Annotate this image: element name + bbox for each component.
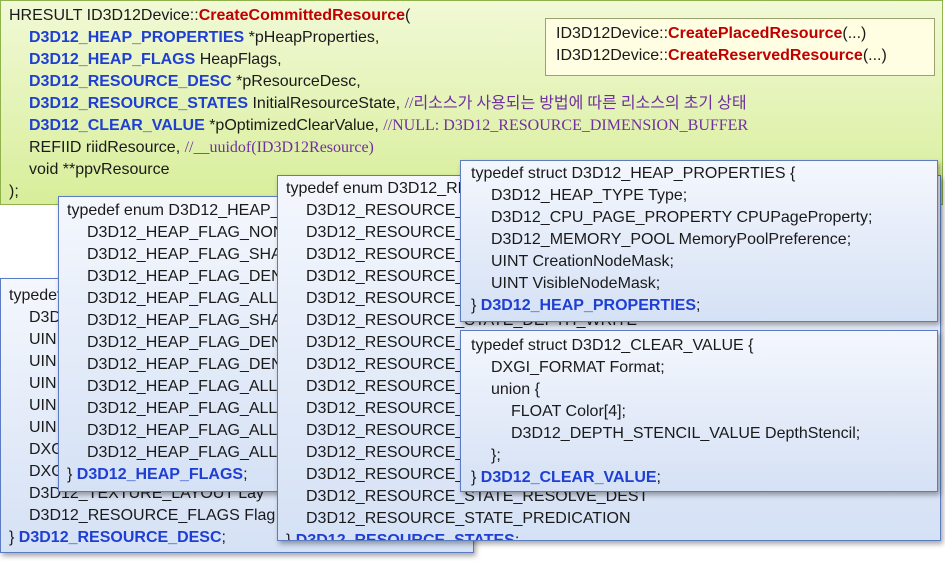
close-brace: } (471, 297, 481, 314)
close-brace: } (471, 469, 481, 486)
typedef-header: typedef struct D3D12_HEAP_PROPERTIES { (471, 165, 796, 182)
return-and-class: HRESULT ID3D12Device:: (9, 7, 199, 24)
field-line: D3D12_MEMORY_POOL MemoryPoolPreference; (491, 231, 852, 248)
param-name: InitialResourceState, (248, 95, 405, 112)
heap-properties-fields: D3D12_HEAP_TYPE Type; D3D12_CPU_PAGE_PRO… (471, 185, 937, 295)
close-brace: } (9, 529, 19, 546)
param-type: D3D12_RESOURCE_DESC (29, 73, 232, 90)
param-comment: //__uuidof(ID3D12Resource) (184, 139, 374, 156)
param-type: D3D12_RESOURCE_STATES (29, 95, 249, 112)
related-functions-box: ID3D12Device::CreatePlacedResource(...) … (545, 18, 935, 76)
args: (...) (862, 47, 887, 64)
param-name: *pHeapProperties, (244, 29, 380, 46)
struct-name: D3D12_HEAP_PROPERTIES (480, 297, 696, 314)
param-type: D3D12_HEAP_PROPERTIES (29, 29, 245, 46)
field-line: UINT VisibleNodeMask; (491, 275, 661, 292)
param-clear-value: D3D12_CLEAR_VALUE *pOptimizedClearValue,… (9, 115, 942, 137)
class-prefix: ID3D12Device:: (556, 47, 669, 64)
param-type: D3D12_CLEAR_VALUE (29, 117, 205, 134)
param-name: *pResourceDesc, (231, 73, 361, 90)
enum-name: D3D12_RESOURCE_STATES (295, 532, 515, 541)
field-line: UINT CreationNodeMask; (491, 253, 674, 270)
function-name: CreateCommittedResource (198, 7, 405, 24)
enum-value: D3D12_RESOURCE_STATE_PREDICATION (306, 510, 631, 527)
create-reserved-resource: CreateReservedResource (668, 47, 863, 64)
semicolon: ; (221, 529, 226, 546)
field-line: D3D12_HEAP_TYPE Type; (491, 187, 688, 204)
param-text: REFIID riidResource, (29, 139, 185, 156)
semicolon: ; (695, 297, 701, 314)
close-brace: } (67, 466, 77, 483)
struct-name: D3D12_CLEAR_VALUE (480, 469, 657, 486)
field-line: DXGI_FORMAT Format; (491, 359, 665, 376)
create-placed-resource: CreatePlacedResource (668, 25, 843, 42)
field-line: D3D12_CPU_PAGE_PROPERTY CPUPageProperty; (491, 209, 873, 226)
param-riid: REFIID riidResource, //__uuidof(ID3D12Re… (9, 137, 942, 159)
semicolon: ; (656, 469, 661, 486)
args: (...) (842, 25, 867, 42)
close-brace: } (286, 532, 296, 541)
field-line: D3D12_DEPTH_STENCIL_VALUE DepthStencil; (511, 425, 861, 442)
param-comment: //NULL: D3D12_RESOURCE_DIMENSION_BUFFER (383, 117, 749, 134)
union-close: }; (491, 447, 501, 464)
union-open: union { (491, 381, 540, 398)
semicolon: ; (514, 532, 520, 541)
param-comment: //리소스가 사용되는 방법에 따른 리소스의 초기 상태 (404, 95, 747, 112)
struct-name: D3D12_RESOURCE_DESC (18, 529, 222, 546)
clear-value-struct: typedef struct D3D12_CLEAR_VALUE { DXGI_… (460, 330, 938, 492)
param-initial-state: D3D12_RESOURCE_STATES InitialResourceSta… (9, 93, 942, 115)
class-prefix: ID3D12Device:: (556, 25, 669, 42)
param-type: D3D12_HEAP_FLAGS (29, 51, 196, 68)
typedef-header: typedef struct D3D12_CLEAR_VALUE { (471, 337, 754, 354)
field-line: FLOAT Color[4]; (511, 403, 626, 420)
param-name: *pOptimizedClearValue, (204, 117, 384, 134)
enum-name: D3D12_HEAP_FLAGS (76, 466, 244, 483)
open-paren: ( (404, 7, 411, 24)
semicolon: ; (243, 466, 248, 483)
param-name: HeapFlags, (195, 51, 282, 68)
heap-properties-struct: typedef struct D3D12_HEAP_PROPERTIES { D… (460, 160, 938, 322)
